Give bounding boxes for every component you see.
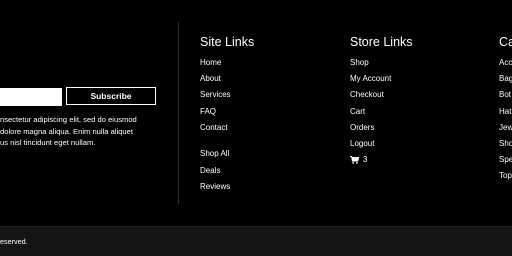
newsletter-description-line: nsectetur adipiscing elit, sed do eiusmo… — [0, 115, 137, 124]
copyright-text: eserved. — [0, 237, 28, 246]
newsletter-section: Subscribe nsectetur adipiscing elit, sed… — [0, 0, 178, 226]
category-link[interactable]: Acc — [499, 58, 512, 67]
store-links-list: Shop My Account Checkout Cart Orders Log… — [350, 58, 391, 171]
category-link[interactable]: Bag — [499, 74, 512, 83]
category-link[interactable]: Top — [499, 171, 512, 180]
site-link-contact[interactable]: Contact — [200, 123, 228, 132]
list-item: Shop All — [200, 149, 231, 165]
list-item: Orders — [350, 123, 391, 139]
categories-column: Ca Acc Bag Bot Hat Jew Sho Spe Top — [499, 34, 512, 180]
store-link-my-account[interactable]: My Account — [350, 74, 391, 83]
list-item: Reviews — [200, 182, 231, 198]
site-links-heading: Site Links — [200, 35, 255, 49]
store-link-checkout[interactable]: Checkout — [350, 90, 384, 99]
cart-count-badge: 3 — [363, 155, 368, 165]
list-item: Bot — [499, 90, 512, 106]
newsletter-description-line: us nisl tincidunt eget nullam. — [0, 138, 96, 148]
newsletter-description: nsectetur adipiscing elit, sed do eiusmo… — [0, 114, 170, 149]
list-item: Bag — [499, 74, 512, 90]
newsletter-description-line: dolore magna aliqua. Enim nulla aliquet — [0, 126, 133, 136]
list-item: 3 — [350, 155, 391, 171]
category-link[interactable]: Jew — [499, 123, 512, 132]
site-link-deals[interactable]: Deals — [200, 166, 220, 175]
list-item: Shop — [350, 58, 391, 74]
site-link-about[interactable]: About — [200, 74, 221, 83]
list-spacer — [200, 139, 231, 149]
list-item: Sho — [499, 139, 512, 155]
list-item: Jew — [499, 123, 512, 139]
list-item: Spe — [499, 155, 512, 171]
list-item: Home — [200, 58, 231, 74]
category-link[interactable]: Bot — [499, 90, 511, 99]
list-item: Checkout — [350, 90, 391, 106]
list-item: Top — [499, 171, 512, 187]
list-item: Deals — [200, 166, 231, 182]
site-links-list: Home About Services FAQ Contact Shop All… — [200, 58, 231, 198]
mini-cart-link[interactable]: 3 — [350, 155, 367, 164]
store-link-logout[interactable]: Logout — [350, 139, 374, 148]
categories-list: Acc Bag Bot Hat Jew Sho Spe Top — [499, 58, 512, 188]
list-item: Acc — [499, 58, 512, 74]
shopping-cart-icon — [350, 156, 359, 164]
list-item: Services — [200, 90, 231, 106]
newsletter-email-input[interactable] — [0, 88, 62, 106]
list-item: FAQ — [200, 107, 231, 123]
site-link-shop-all[interactable]: Shop All — [200, 149, 229, 158]
store-link-orders[interactable]: Orders — [350, 123, 374, 132]
category-link[interactable]: Hat — [499, 107, 511, 116]
column-divider — [178, 22, 179, 204]
store-links-column: Store Links Shop My Account Checkout Car… — [350, 34, 413, 164]
site-link-faq[interactable]: FAQ — [200, 107, 216, 116]
category-link[interactable]: Sho — [499, 139, 512, 148]
site-link-services[interactable]: Services — [200, 90, 231, 99]
category-link[interactable]: Spe — [499, 155, 512, 164]
subscribe-button[interactable]: Subscribe — [66, 87, 156, 105]
site-links-column: Site Links Home About Services FAQ Conta… — [200, 34, 255, 191]
site-link-reviews[interactable]: Reviews — [200, 182, 230, 191]
list-item: About — [200, 74, 231, 90]
footer-bottom-bar: eserved. — [0, 226, 512, 256]
categories-heading: Ca — [499, 35, 512, 49]
store-link-shop[interactable]: Shop — [350, 58, 369, 67]
list-item: Contact — [200, 123, 231, 139]
site-link-home[interactable]: Home — [200, 58, 221, 67]
store-links-heading: Store Links — [350, 35, 413, 49]
list-item: Hat — [499, 107, 512, 123]
site-footer: Subscribe nsectetur adipiscing elit, sed… — [0, 0, 512, 226]
store-link-cart[interactable]: Cart — [350, 107, 365, 116]
list-item: Cart — [350, 107, 391, 123]
list-item: Logout — [350, 139, 391, 155]
list-item: My Account — [350, 74, 391, 90]
